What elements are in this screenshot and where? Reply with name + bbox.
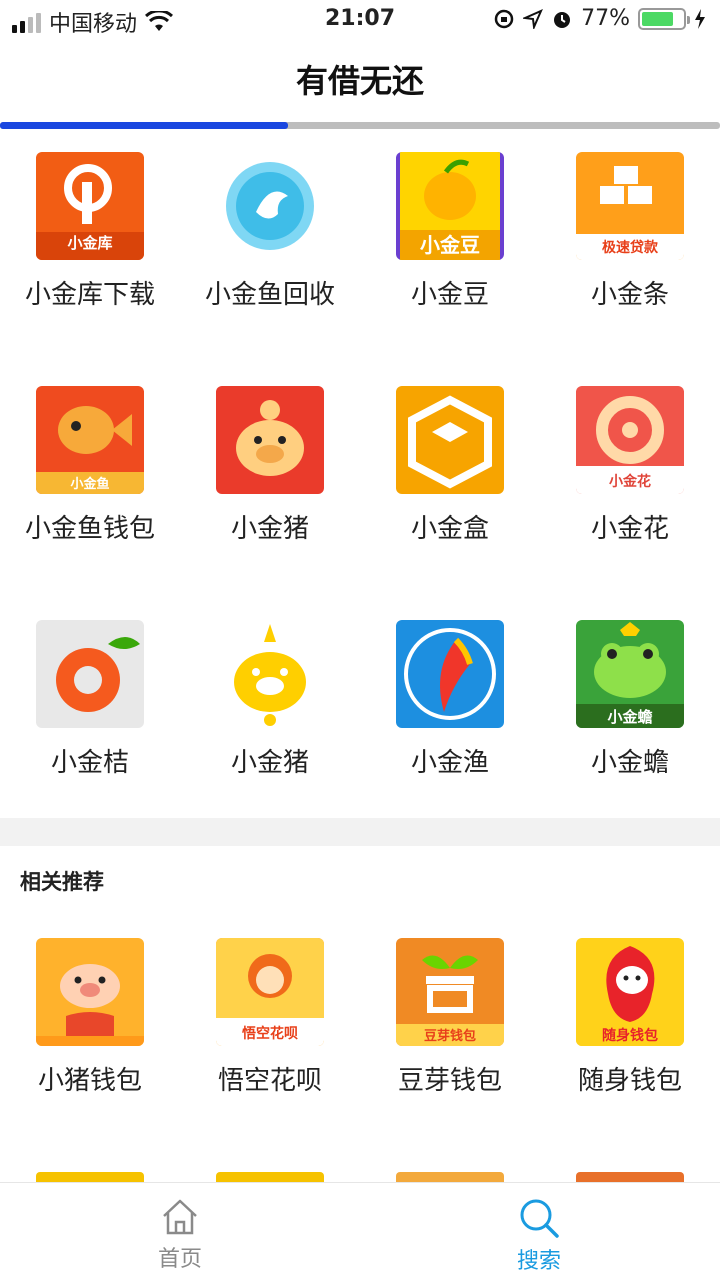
rotation-lock-icon <box>494 9 514 28</box>
charging-icon <box>695 8 705 29</box>
app-tile[interactable]: 小金库 小金库下载 <box>0 152 180 386</box>
app-tile[interactable]: 豆芽钱包 豆芽钱包 <box>360 938 540 1172</box>
svg-text:小金豆: 小金豆 <box>420 233 480 257</box>
app-tile[interactable]: 小金花 小金花 <box>540 386 720 620</box>
app-tile[interactable]: 小金豆 小金豆 <box>360 152 540 386</box>
status-bar: 中国移动 21:07 77% <box>0 0 720 40</box>
sprout-logo-icon: 豆芽钱包 <box>396 938 504 1046</box>
nav-home[interactable]: 首页 <box>120 1197 240 1273</box>
header: 有借无还 <box>0 44 720 122</box>
svg-text:极速贷款: 极速贷款 <box>602 239 659 256</box>
bean-logo-icon: 小金豆 <box>396 152 504 260</box>
battery-icon <box>638 7 690 30</box>
gold-bar-logo-icon: 极速贷款 <box>576 152 684 260</box>
app-name: 豆芽钱包 <box>397 1066 502 1096</box>
app-tile[interactable]: 小金鱼回收 <box>180 152 360 386</box>
nav-search-label: 搜索 <box>516 1249 561 1274</box>
app-tile[interactable]: 小猪钱包 <box>0 938 180 1172</box>
nav-home-label: 首页 <box>157 1247 202 1272</box>
app-icon-partial[interactable] <box>396 1172 504 1182</box>
app-name: 小金桔 <box>50 748 129 778</box>
svg-text:小金蟾: 小金蟾 <box>607 708 652 726</box>
search-icon <box>520 1199 559 1238</box>
app-name: 小金花 <box>590 514 669 544</box>
home-icon <box>163 1199 197 1235</box>
page-title: 有借无还 <box>295 62 424 100</box>
location-icon <box>523 8 544 29</box>
status-right: 77% <box>493 6 706 31</box>
app-icon-partial[interactable] <box>576 1172 684 1182</box>
app-grid: 小金库 小金库下载 小金鱼回收 小金豆 小金豆 极速贷款 小金条 小金鱼 小金鱼钱包 小金猪 小金盒… <box>0 152 720 854</box>
app-tile[interactable]: 小金盒 <box>360 386 540 620</box>
section-divider <box>0 818 720 846</box>
app-name: 小金鱼钱包 <box>24 514 155 544</box>
app-name: 小金条 <box>590 280 669 310</box>
svg-text:小金花: 小金花 <box>609 473 651 490</box>
svg-text:随身钱包: 随身钱包 <box>602 1027 658 1044</box>
golden-pig-logo-icon <box>216 620 324 728</box>
app-name: 悟空花呗 <box>217 1066 322 1096</box>
app-name: 随身钱包 <box>577 1066 682 1096</box>
goldfish-logo-icon: 小金鱼 <box>36 386 144 494</box>
xiaojinku-logo-icon: 小金库 <box>36 152 144 260</box>
app-name: 小金鱼回收 <box>204 280 335 310</box>
alarm-icon <box>554 11 571 28</box>
app-tile[interactable]: 极速贷款 小金条 <box>540 152 720 386</box>
app-name: 小猪钱包 <box>37 1066 142 1096</box>
nav-search[interactable]: 搜索 <box>479 1197 599 1275</box>
pig-wallet-logo-icon <box>36 938 144 1046</box>
mascot-logo-icon: 随身钱包 <box>576 938 684 1046</box>
frog-logo-icon: 小金蟾 <box>576 620 684 728</box>
app-tile[interactable]: 小金猪 <box>180 386 360 620</box>
flower-logo-icon: 小金花 <box>576 386 684 494</box>
wukong-logo-icon: 悟空花呗 <box>216 938 324 1046</box>
orange-logo-icon <box>36 620 144 728</box>
app-name: 小金豆 <box>410 280 489 310</box>
app-icon-partial[interactable] <box>216 1172 324 1182</box>
goldfish-blue-logo-icon <box>396 620 504 728</box>
svg-text:小金鱼: 小金鱼 <box>70 476 109 492</box>
app-name: 小金渔 <box>410 748 489 778</box>
app-name: 小金猪 <box>230 748 309 778</box>
box-logo-icon <box>396 386 504 494</box>
app-tile[interactable]: 小金鱼 小金鱼钱包 <box>0 386 180 620</box>
svg-text:小金库: 小金库 <box>67 234 112 252</box>
svg-text:悟空花呗: 悟空花呗 <box>242 1025 298 1042</box>
svg-text:豆芽钱包: 豆芽钱包 <box>424 1028 476 1044</box>
app-tile[interactable]: 悟空花呗 悟空花呗 <box>180 938 360 1172</box>
recommended-grid: 小猪钱包 悟空花呗 悟空花呗 豆芽钱包 豆芽钱包 随身钱包 随身钱包 <box>0 938 720 1172</box>
app-name: 小金猪 <box>230 514 309 544</box>
tab-progress-indicator <box>0 122 288 129</box>
piggy-logo-icon <box>216 386 324 494</box>
app-icon-partial[interactable] <box>36 1172 144 1182</box>
fish-logo-icon <box>216 152 324 260</box>
tab-progress-track <box>0 122 720 129</box>
app-name: 小金盒 <box>410 514 489 544</box>
bottom-nav: 首页 搜索 <box>0 1182 720 1280</box>
app-name: 小金库下载 <box>24 280 155 310</box>
app-tile[interactable]: 随身钱包 随身钱包 <box>540 938 720 1172</box>
app-name: 小金蟾 <box>590 748 669 778</box>
battery-percent: 77% <box>581 6 630 31</box>
section-title: 相关推荐 <box>20 870 104 894</box>
